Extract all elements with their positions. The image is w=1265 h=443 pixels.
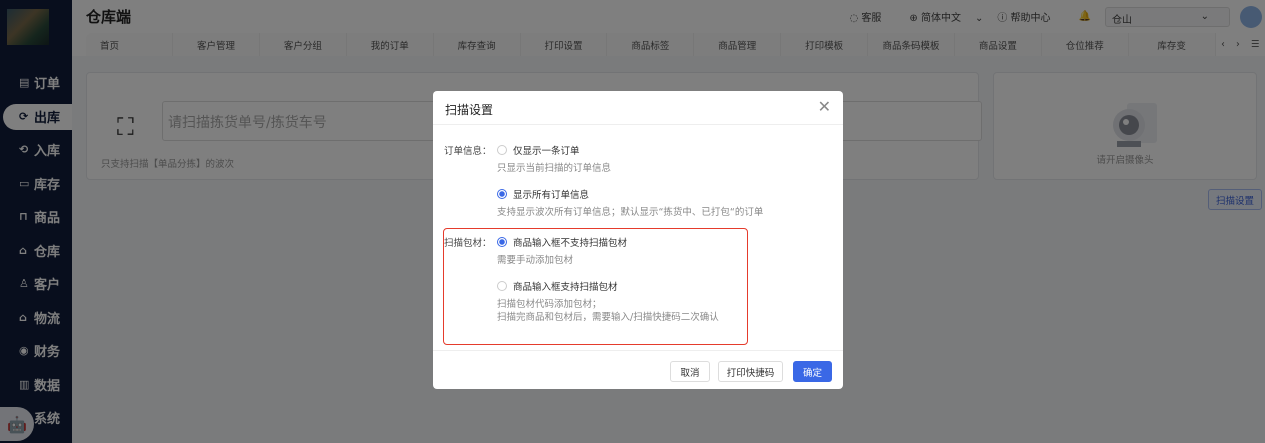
dialog-footer-divider: [433, 350, 843, 351]
option-label: 商品输入框支持扫描包材: [513, 282, 618, 293]
option-desc: 需要手动添加包材: [497, 255, 574, 266]
radio-order-all[interactable]: 显示所有订单信息: [497, 187, 589, 201]
option-desc: 支持显示波次所有订单信息；默认显示“拣货中、已打包“的订单: [497, 207, 764, 218]
option-label: 仅显示一条订单: [513, 146, 580, 157]
option-label: 商品输入框不支持扫描包材: [513, 238, 628, 249]
print-shortcut-button[interactable]: 打印快捷码: [718, 361, 783, 382]
scan-settings-dialog: 扫描设置 ✕ 订单信息： 仅显示一条订单 只显示当前扫描的订单信息 显示所有订单信…: [433, 91, 843, 389]
order-info-label: 订单信息：: [444, 146, 492, 157]
radio-packing-manual[interactable]: 商品输入框不支持扫描包材: [497, 235, 627, 249]
dialog-title: 扫描设置: [445, 103, 494, 117]
radio-icon: [497, 237, 507, 247]
radio-icon: [497, 281, 507, 291]
cancel-button[interactable]: 取消: [670, 361, 710, 382]
option-desc: 扫描包材代码添加包材；: [497, 299, 602, 310]
option-desc: 扫描完商品和包材后，需要输入/扫描快捷码二次确认: [497, 312, 719, 323]
radio-icon: [497, 189, 507, 199]
close-icon[interactable]: ✕: [818, 97, 831, 116]
option-label: 显示所有订单信息: [513, 190, 590, 201]
packing-label: 扫描包材：: [444, 238, 492, 249]
radio-icon: [497, 145, 507, 155]
radio-packing-scan[interactable]: 商品输入框支持扫描包材: [497, 279, 618, 293]
option-desc: 只显示当前扫描的订单信息: [497, 163, 612, 174]
radio-order-single[interactable]: 仅显示一条订单: [497, 143, 580, 157]
confirm-button[interactable]: 确定: [793, 361, 832, 382]
